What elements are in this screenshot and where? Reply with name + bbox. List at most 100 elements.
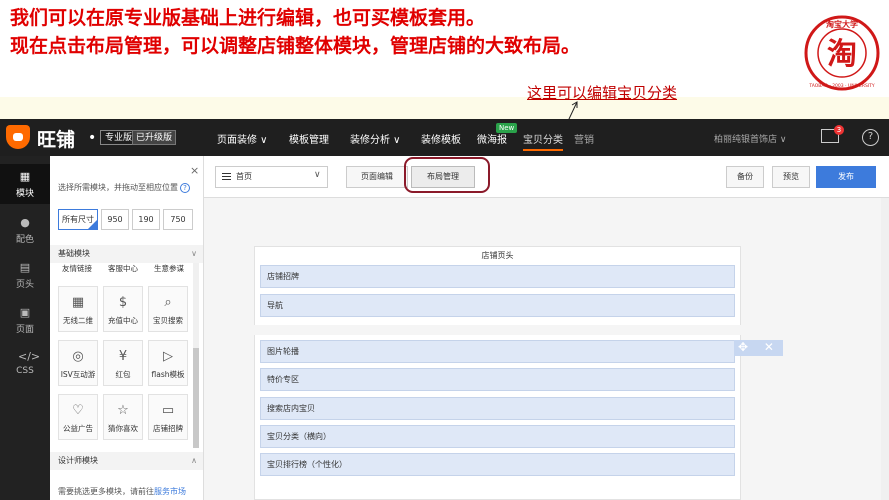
more-modules-hint: 需要挑选更多模块，请前往服务市场	[58, 486, 186, 497]
seal-center-glyph: 淘	[827, 37, 857, 72]
annotation-text: 这里可以编辑宝贝分类	[527, 84, 678, 102]
mail-count-badge: 3	[834, 125, 844, 135]
logo-dot: •	[88, 130, 97, 146]
layout-module-row[interactable]: 特价专区	[260, 368, 735, 391]
heart-icon: ♡	[72, 403, 84, 418]
chevron-up-icon: ∧	[191, 456, 197, 465]
partial-module-friend-links[interactable]: 友情链接	[62, 263, 92, 274]
size-filter-all[interactable]: 所有尺寸	[58, 209, 98, 230]
module-label: 充值中心	[108, 316, 138, 325]
rail-item-colors[interactable]: ● 配色	[0, 210, 50, 250]
coin-icon: $	[118, 295, 128, 310]
panel-scroll-thumb[interactable]	[193, 348, 199, 448]
size-filter-950[interactable]: 950	[101, 209, 129, 230]
module-red-packet[interactable]: ¥ 红包	[103, 340, 143, 386]
search-icon: ⌕	[164, 295, 172, 310]
gamepad-icon: ◎	[72, 349, 84, 364]
size-filter-190[interactable]: 190	[132, 209, 160, 230]
left-rail: ▦ 模块 ● 配色 ▤ 页头 ▣ 页面 </> CSS	[0, 156, 50, 500]
star-icon: ☆	[117, 403, 129, 418]
module-public-ad[interactable]: ♡ 公益广告	[58, 394, 98, 440]
palette-icon: ●	[20, 216, 30, 229]
new-badge: New	[496, 123, 518, 133]
layout-module-row[interactable]: 搜索店内宝贝	[260, 397, 735, 420]
partial-module-service[interactable]: 客服中心	[108, 263, 138, 274]
chevron-down-icon[interactable]: ∨	[314, 170, 321, 180]
question-icon[interactable]: ?	[180, 183, 190, 193]
module-label: 公益广告	[63, 424, 93, 433]
header-icon: ▤	[19, 261, 31, 274]
nav-decorate-template[interactable]: 装修模板	[421, 131, 461, 146]
shop-name-dropdown[interactable]: 柏丽纯银首饰店 ∨	[714, 132, 786, 145]
top-nav-bar: 旺铺 • 专业版 已升级版 页面装修 ∨ 模板管理 装修分析 ∨ 装修模板 微海…	[0, 119, 889, 156]
taobao-university-seal: 淘 淘宝大学 TAOBAO · 2003 · UNIVERSITY	[804, 15, 880, 91]
grid-icon: ▦	[19, 170, 31, 183]
publish-button[interactable]: 发布	[816, 166, 876, 188]
layout-module-row[interactable]: 图片轮播	[260, 340, 735, 363]
annotation-band	[0, 97, 889, 119]
size-filter-750[interactable]: 750	[163, 209, 193, 230]
module-label: 宝贝搜索	[153, 316, 183, 325]
rail-item-header[interactable]: ▤ 页头	[0, 255, 50, 295]
page-edit-button[interactable]: 页面编辑	[346, 166, 408, 188]
wangpu-logo-icon[interactable]	[6, 125, 30, 149]
designer-modules-header[interactable]: 设计师模块 ∧	[50, 452, 203, 470]
preview-button[interactable]: 预览	[772, 166, 810, 188]
module-recharge[interactable]: $ 充值中心	[103, 286, 143, 332]
module-shop-sign[interactable]: ▭ 店铺招牌	[148, 394, 188, 440]
rail-label: 页面	[15, 325, 34, 335]
section-title: 基础模块	[58, 249, 90, 258]
highlight-ring	[404, 157, 490, 193]
rail-label: 模块	[15, 189, 34, 199]
layout-module-row[interactable]: 宝贝分类（横向）	[260, 425, 735, 448]
caption-line-1: 我们可以在原专业版基础上进行编辑，也可买模板套用。	[10, 7, 486, 29]
basic-modules-header[interactable]: 基础模块 ∨	[50, 245, 203, 263]
service-market-link[interactable]: 服务市场	[154, 487, 186, 496]
hint-text: 选择所需模块，并拖动至相应位置	[58, 183, 178, 192]
close-icon[interactable]: ×	[190, 164, 199, 177]
nav-decorate-analysis[interactable]: 装修分析 ∨	[350, 131, 401, 146]
logo-text[interactable]: 旺铺	[37, 125, 75, 152]
nav-micro-poster[interactable]: 微海报	[477, 131, 507, 146]
module-item-search[interactable]: ⌕ 宝贝搜索	[148, 286, 188, 332]
nav-marketing[interactable]: 营销	[574, 131, 594, 146]
chevron-down-icon: ∨	[191, 249, 197, 258]
rail-item-page[interactable]: ▣ 页面	[0, 300, 50, 340]
section-title: 设计师模块	[58, 456, 98, 465]
nav-item-category[interactable]: 宝贝分类	[523, 131, 563, 151]
module-flash[interactable]: ▷ flash模板	[148, 340, 188, 386]
code-icon: </>	[18, 350, 41, 363]
header-group-title: 店铺页头	[481, 251, 514, 260]
help-icon[interactable]: ?	[862, 129, 879, 146]
module-guess-you-like[interactable]: ☆ 猜你喜欢	[103, 394, 143, 440]
nav-template-manage[interactable]: 模板管理	[289, 131, 329, 146]
module-label: ISV互动游	[60, 370, 96, 379]
group-separator	[254, 325, 741, 335]
red-packet-icon: ¥	[118, 349, 128, 364]
backup-button[interactable]: 备份	[726, 166, 764, 188]
layout-module-row[interactable]: 导航	[260, 294, 735, 317]
menu-icon	[222, 173, 231, 180]
module-label: 红包	[115, 370, 131, 379]
qr-icon: ▦	[71, 295, 85, 310]
nav-page-decorate[interactable]: 页面装修 ∨	[217, 131, 268, 146]
layout-module-row[interactable]: 宝贝排行榜（个性化）	[260, 453, 735, 476]
play-icon: ▷	[163, 349, 173, 364]
rail-item-modules[interactable]: ▦ 模块	[0, 164, 50, 204]
rail-item-css[interactable]: </> CSS	[0, 344, 50, 384]
module-wireless-qr[interactable]: ▦ 无线二维	[58, 286, 98, 332]
partial-module-analytics[interactable]: 生意参谋	[154, 263, 184, 274]
page-select[interactable]: 首页	[215, 166, 328, 188]
more-text: 需要挑选更多模块，请前往	[58, 487, 154, 496]
rail-label: 配色	[15, 235, 34, 245]
seal-top-text: 淘宝大学	[826, 19, 858, 29]
rail-label: CSS	[16, 366, 34, 376]
module-isv-game[interactable]: ◎ ISV互动游	[58, 340, 98, 386]
workspace-scrollbar[interactable]	[881, 198, 889, 500]
panel-hint: 选择所需模块，并拖动至相应位置?	[58, 182, 190, 193]
rail-label: 页头	[15, 280, 34, 290]
module-label: flash模板	[151, 370, 185, 379]
module-hover-controls[interactable]: ✥ ✕	[734, 340, 783, 356]
module-label: 无线二维	[63, 316, 93, 325]
layout-module-row[interactable]: 店铺招牌	[260, 265, 735, 288]
